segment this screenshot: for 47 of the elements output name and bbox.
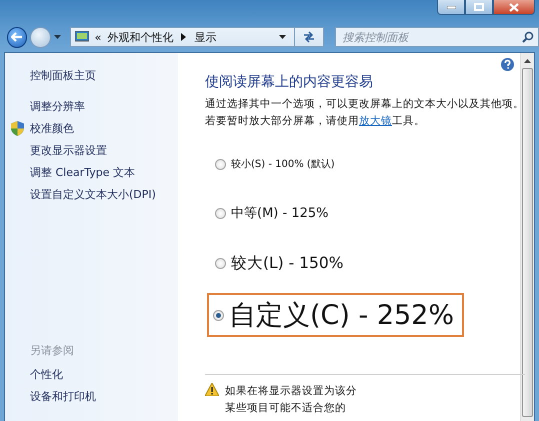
sidebar-link[interactable]: 校准颜色	[30, 120, 74, 136]
refresh-button[interactable]	[295, 27, 324, 47]
overflow-chevron[interactable]: «	[94, 30, 102, 44]
arrow-up-icon	[524, 58, 531, 62]
magnifier-link[interactable]: 放大镜	[359, 115, 392, 127]
warning-text: 某些项目可能不适合您的	[225, 401, 347, 416]
maximize-icon	[474, 3, 484, 11]
breadcrumb-item[interactable]: 外观和个性化	[107, 30, 174, 44]
control-panel-home-link[interactable]: 控制面板主页	[30, 68, 96, 82]
option-label[interactable]: 较大(L) - 150%	[231, 253, 344, 274]
scrollbar-thumb[interactable]	[522, 68, 533, 417]
search-box[interactable]: 搜索控制面板	[335, 27, 539, 47]
radio-button[interactable]	[215, 158, 226, 170]
search-field[interactable]: 搜索控制面板	[340, 30, 522, 44]
monitor-icon	[74, 31, 89, 43]
refresh-icon	[302, 31, 316, 43]
warning-text: 如果在将显示器设置为该分	[225, 384, 357, 399]
sidebar-link[interactable]: 设备和打印机	[30, 388, 96, 404]
minimize-icon	[446, 6, 456, 8]
sidebar-link[interactable]: 更改显示器设置	[30, 142, 107, 158]
description-text: 通过选择其中一个选项，可以更改屏幕上的文本大小以及其他项。若要暂时放大部分屏幕，请使用放大镜工具。	[205, 97, 525, 129]
radio-button[interactable]	[215, 258, 226, 269]
sidebar-link[interactable]: 个性化	[30, 366, 63, 382]
option-label[interactable]: 自定义(C) - 252%	[229, 297, 454, 333]
search-icon	[522, 31, 534, 43]
close-button[interactable]	[493, 0, 535, 15]
radio-button[interactable]	[213, 310, 224, 320]
option-label[interactable]: 较小(S) - 100% (默认)	[231, 157, 335, 171]
sidebar-link[interactable]: 调整分辨率	[30, 98, 85, 114]
dropdown-icon[interactable]	[279, 34, 286, 40]
option-label[interactable]: 中等(M) - 125%	[231, 204, 328, 222]
address-bar[interactable]: « 外观和个性化 显示	[70, 27, 296, 47]
breadcrumb-separator[interactable]	[181, 33, 186, 41]
warning-icon	[205, 383, 219, 396]
close-icon	[509, 2, 519, 12]
page-title: 使阅读屏幕上的内容更容易	[205, 73, 374, 91]
shield-icon	[11, 120, 24, 136]
back-button[interactable]	[7, 26, 28, 48]
help-icon[interactable]	[501, 58, 514, 71]
arrow-left-icon	[11, 32, 24, 42]
minimize-button[interactable]	[437, 0, 465, 15]
breadcrumb-item[interactable]: 显示	[194, 30, 216, 44]
sidebar-link[interactable]: 调整 ClearType 文本	[30, 164, 136, 180]
sidebar-link[interactable]: 设置自定义文本大小(DPI)	[30, 186, 156, 202]
see-also-heading: 另请参阅	[30, 342, 74, 358]
radio-button[interactable]	[215, 208, 226, 218]
maximize-button[interactable]	[465, 0, 493, 15]
